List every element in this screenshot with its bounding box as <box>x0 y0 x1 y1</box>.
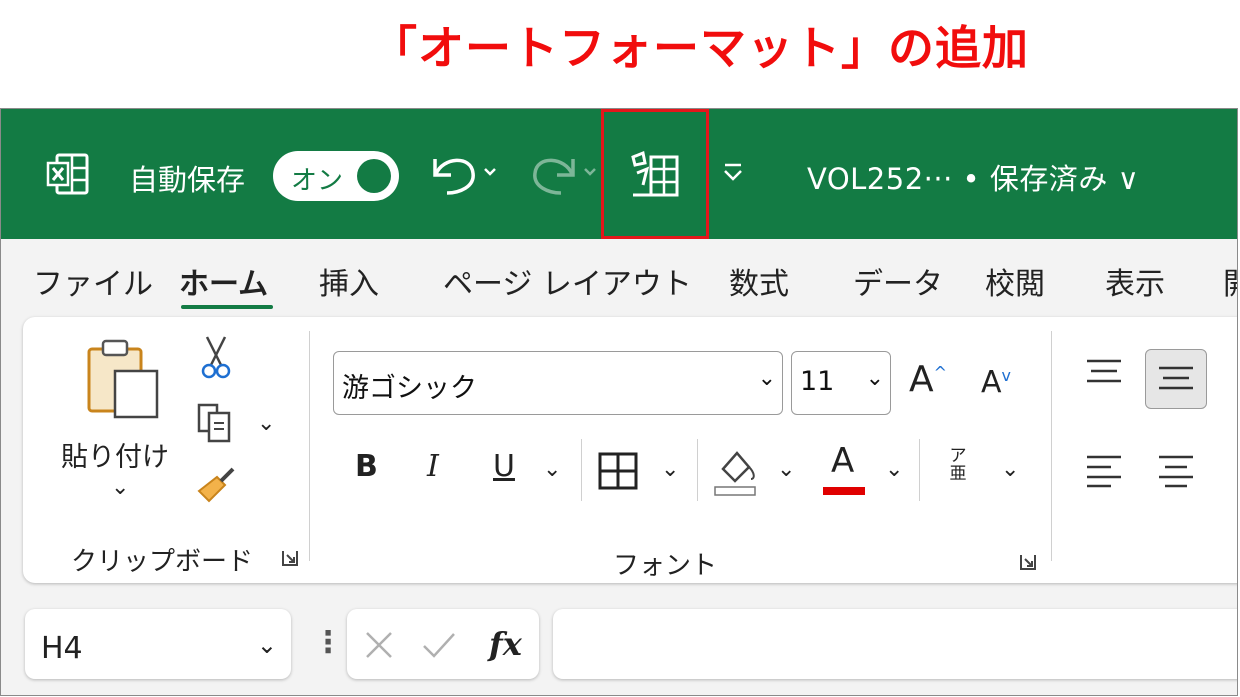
caption-title: 「オートフォーマット」の追加 <box>371 21 1029 75</box>
font-color-icon[interactable]: A <box>831 441 854 481</box>
shrink-font-icon[interactable]: Av <box>981 365 1011 400</box>
align-middle-button[interactable] <box>1145 349 1207 409</box>
tab-file[interactable]: ファイル <box>33 259 153 303</box>
more-options-icon[interactable]: ⋮ <box>313 625 343 660</box>
tab-formulas[interactable]: 数式 <box>729 259 789 303</box>
active-tab-indicator <box>181 305 273 309</box>
bold-button[interactable]: B <box>355 449 378 484</box>
toggle-knob <box>357 159 391 193</box>
underline-button[interactable]: U <box>493 449 515 484</box>
borders-icon[interactable] <box>597 451 639 491</box>
grow-font-icon[interactable]: A^ <box>909 359 947 400</box>
undo-icon[interactable] <box>429 145 499 201</box>
chevron-down-icon: ⌄ <box>865 366 884 391</box>
name-box[interactable]: H4 ⌄ <box>25 609 291 679</box>
cancel-icon[interactable] <box>363 629 395 661</box>
tab-page-layout[interactable]: ページ レイアウト <box>443 259 692 303</box>
separator <box>1051 331 1052 561</box>
insert-function-button[interactable]: fx <box>489 625 522 663</box>
tab-more[interactable]: 開 <box>1223 259 1237 303</box>
fill-color-icon[interactable] <box>713 443 761 499</box>
separator <box>919 439 920 501</box>
highlight-box <box>601 109 709 239</box>
autosave-state: オン <box>291 166 344 196</box>
tab-data[interactable]: データ <box>853 259 943 303</box>
document-title[interactable]: VOL252··· • 保存済み ∨ <box>807 156 1139 198</box>
ruby-button[interactable]: ア亜 <box>947 447 969 483</box>
tab-home[interactable]: ホーム <box>179 259 268 303</box>
separator <box>581 439 582 501</box>
font-name-combo[interactable]: 游ゴシック ⌄ <box>333 351 783 415</box>
format-painter-icon[interactable] <box>195 465 239 507</box>
font-name-value: 游ゴシック <box>342 373 477 404</box>
enter-icon[interactable] <box>421 629 457 661</box>
tab-view[interactable]: 表示 <box>1105 259 1165 303</box>
copy-dropdown-chevron[interactable]: ⌄ <box>257 411 275 436</box>
formula-input[interactable] <box>553 609 1237 679</box>
align-middle-icon <box>1159 366 1193 390</box>
name-box-value: H4 <box>41 631 83 666</box>
paste-dropdown-chevron[interactable]: ⌄ <box>111 475 129 500</box>
underline-dropdown-chevron[interactable]: ⌄ <box>543 457 561 482</box>
tab-insert[interactable]: 挿入 <box>319 259 379 303</box>
clipboard-launcher-icon[interactable] <box>281 549 299 567</box>
align-top-icon[interactable] <box>1085 357 1123 387</box>
ribbon-tabs: ファイル ホーム 挿入 ページ レイアウト 数式 データ 校閲 表示 開 <box>1 239 1237 317</box>
fill-color-dropdown-chevron[interactable]: ⌄ <box>777 457 795 482</box>
font-size-combo[interactable]: 11 ⌄ <box>791 351 891 415</box>
paste-icon[interactable] <box>81 335 165 421</box>
font-color-bar <box>823 487 865 495</box>
cut-icon[interactable] <box>199 333 233 381</box>
redo-icon[interactable] <box>529 145 599 201</box>
autosave-label: 自動保存 <box>129 163 246 197</box>
formula-buttons: fx <box>347 609 539 679</box>
font-launcher-icon[interactable] <box>1019 553 1037 571</box>
font-color-dropdown-chevron[interactable]: ⌄ <box>885 457 903 482</box>
ruby-dropdown-chevron[interactable]: ⌄ <box>1001 457 1019 482</box>
paste-label[interactable]: 貼り付け <box>61 435 169 474</box>
borders-dropdown-chevron[interactable]: ⌄ <box>661 457 679 482</box>
autosave-toggle[interactable]: オン <box>273 151 399 201</box>
separator <box>697 439 698 501</box>
clipboard-group-label: クリップボード <box>71 547 254 577</box>
ribbon: 貼り付け ⌄ ⌄ クリップボード 游ゴシック ⌄ 11 ⌄ A^ Av B I … <box>23 317 1237 583</box>
separator <box>309 331 310 561</box>
align-center-icon[interactable] <box>1157 453 1195 489</box>
excel-logo-icon[interactable] <box>45 151 91 197</box>
title-bar: 自動保存 オン VOL252··· • 保存済み ∨ <box>1 109 1237 239</box>
chevron-down-icon[interactable]: ⌄ <box>257 631 277 659</box>
customize-qat-icon[interactable] <box>719 157 747 187</box>
font-group-label: フォント <box>613 551 718 581</box>
italic-button[interactable]: I <box>427 449 439 484</box>
excel-window: 自動保存 オン VOL252··· • 保存済み ∨ ファイル ホーム 挿入 ペ… <box>0 108 1238 696</box>
chevron-down-icon: ⌄ <box>757 366 776 391</box>
tab-review[interactable]: 校閲 <box>985 259 1045 303</box>
align-left-icon[interactable] <box>1085 453 1123 489</box>
copy-icon[interactable] <box>195 401 235 445</box>
font-size-value: 11 <box>800 366 835 397</box>
